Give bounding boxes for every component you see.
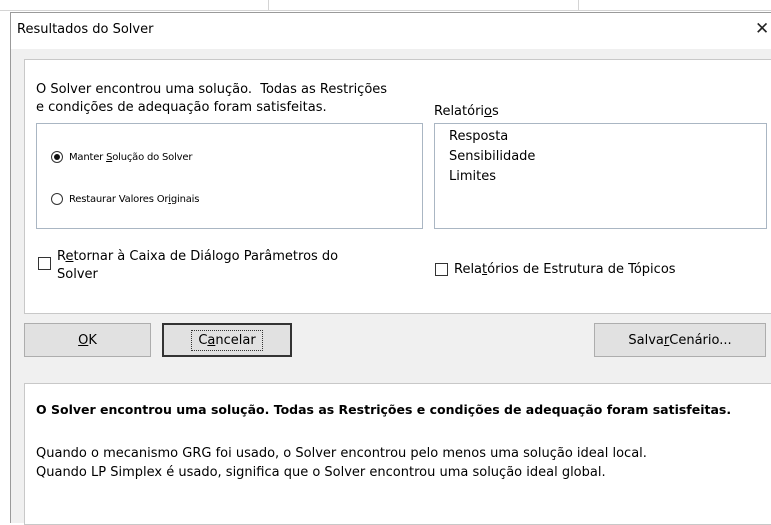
title-bar: Resultados do Solver ✕	[11, 13, 771, 49]
reports-label: Relatórios	[434, 104, 499, 119]
description-body: Quando o mecanismo GRG foi usado, o Solv…	[36, 446, 647, 480]
result-message: O Solver encontrou uma solução. Todas as…	[36, 82, 388, 115]
report-item-sensitivity[interactable]: Sensibilidade	[449, 147, 535, 167]
spreadsheet-background	[0, 0, 771, 11]
close-icon[interactable]: ✕	[755, 19, 769, 39]
radio-selected-icon	[51, 151, 63, 163]
restore-values-radio[interactable]: Restaurar Valores Originais	[51, 193, 199, 205]
checkbox-unchecked-icon	[435, 263, 448, 276]
dialog-title: Resultados do Solver	[17, 22, 154, 37]
return-dialog-checkbox[interactable]: Retornar à Caixa de Diálogo Parâmetros d…	[38, 248, 338, 284]
solver-results-dialog: Resultados do Solver ✕ O Solver encontro…	[10, 12, 771, 525]
solution-option-group: Manter Solução do Solver Restaurar Valor…	[36, 123, 423, 229]
cancel-button[interactable]: Cancelar	[162, 323, 292, 357]
description-headline: O Solver encontrou uma solução. Todas as…	[36, 402, 732, 417]
radio-unselected-icon	[51, 193, 63, 205]
spreadsheet-gridline	[578, 0, 579, 10]
spreadsheet-gridline	[268, 0, 269, 10]
reports-listbox[interactable]: Resposta Sensibilidade Limites	[434, 123, 767, 229]
report-item-limits[interactable]: Limites	[449, 167, 535, 187]
options-panel: O Solver encontrou uma solução. Todas as…	[24, 59, 771, 314]
description-panel: O Solver encontrou uma solução. Todas as…	[24, 383, 771, 525]
outline-reports-checkbox[interactable]: Relatórios de Estrutura de Tópicos	[435, 261, 676, 279]
return-dialog-label: Retornar à Caixa de Diálogo Parâmetros d…	[57, 249, 339, 282]
keep-solution-label: Manter Solução do Solver	[69, 151, 193, 163]
keep-solution-radio[interactable]: Manter Solução do Solver	[51, 151, 192, 163]
restore-values-label: Restaurar Valores Originais	[69, 193, 200, 205]
save-scenario-button[interactable]: Salva r Cenário...	[594, 323, 766, 357]
outline-reports-label: Relatórios de Estrutura de Tópicos	[454, 262, 676, 277]
report-item-answer[interactable]: Resposta	[449, 127, 535, 147]
checkbox-unchecked-icon	[38, 257, 51, 270]
ok-button[interactable]: OK	[24, 323, 151, 357]
